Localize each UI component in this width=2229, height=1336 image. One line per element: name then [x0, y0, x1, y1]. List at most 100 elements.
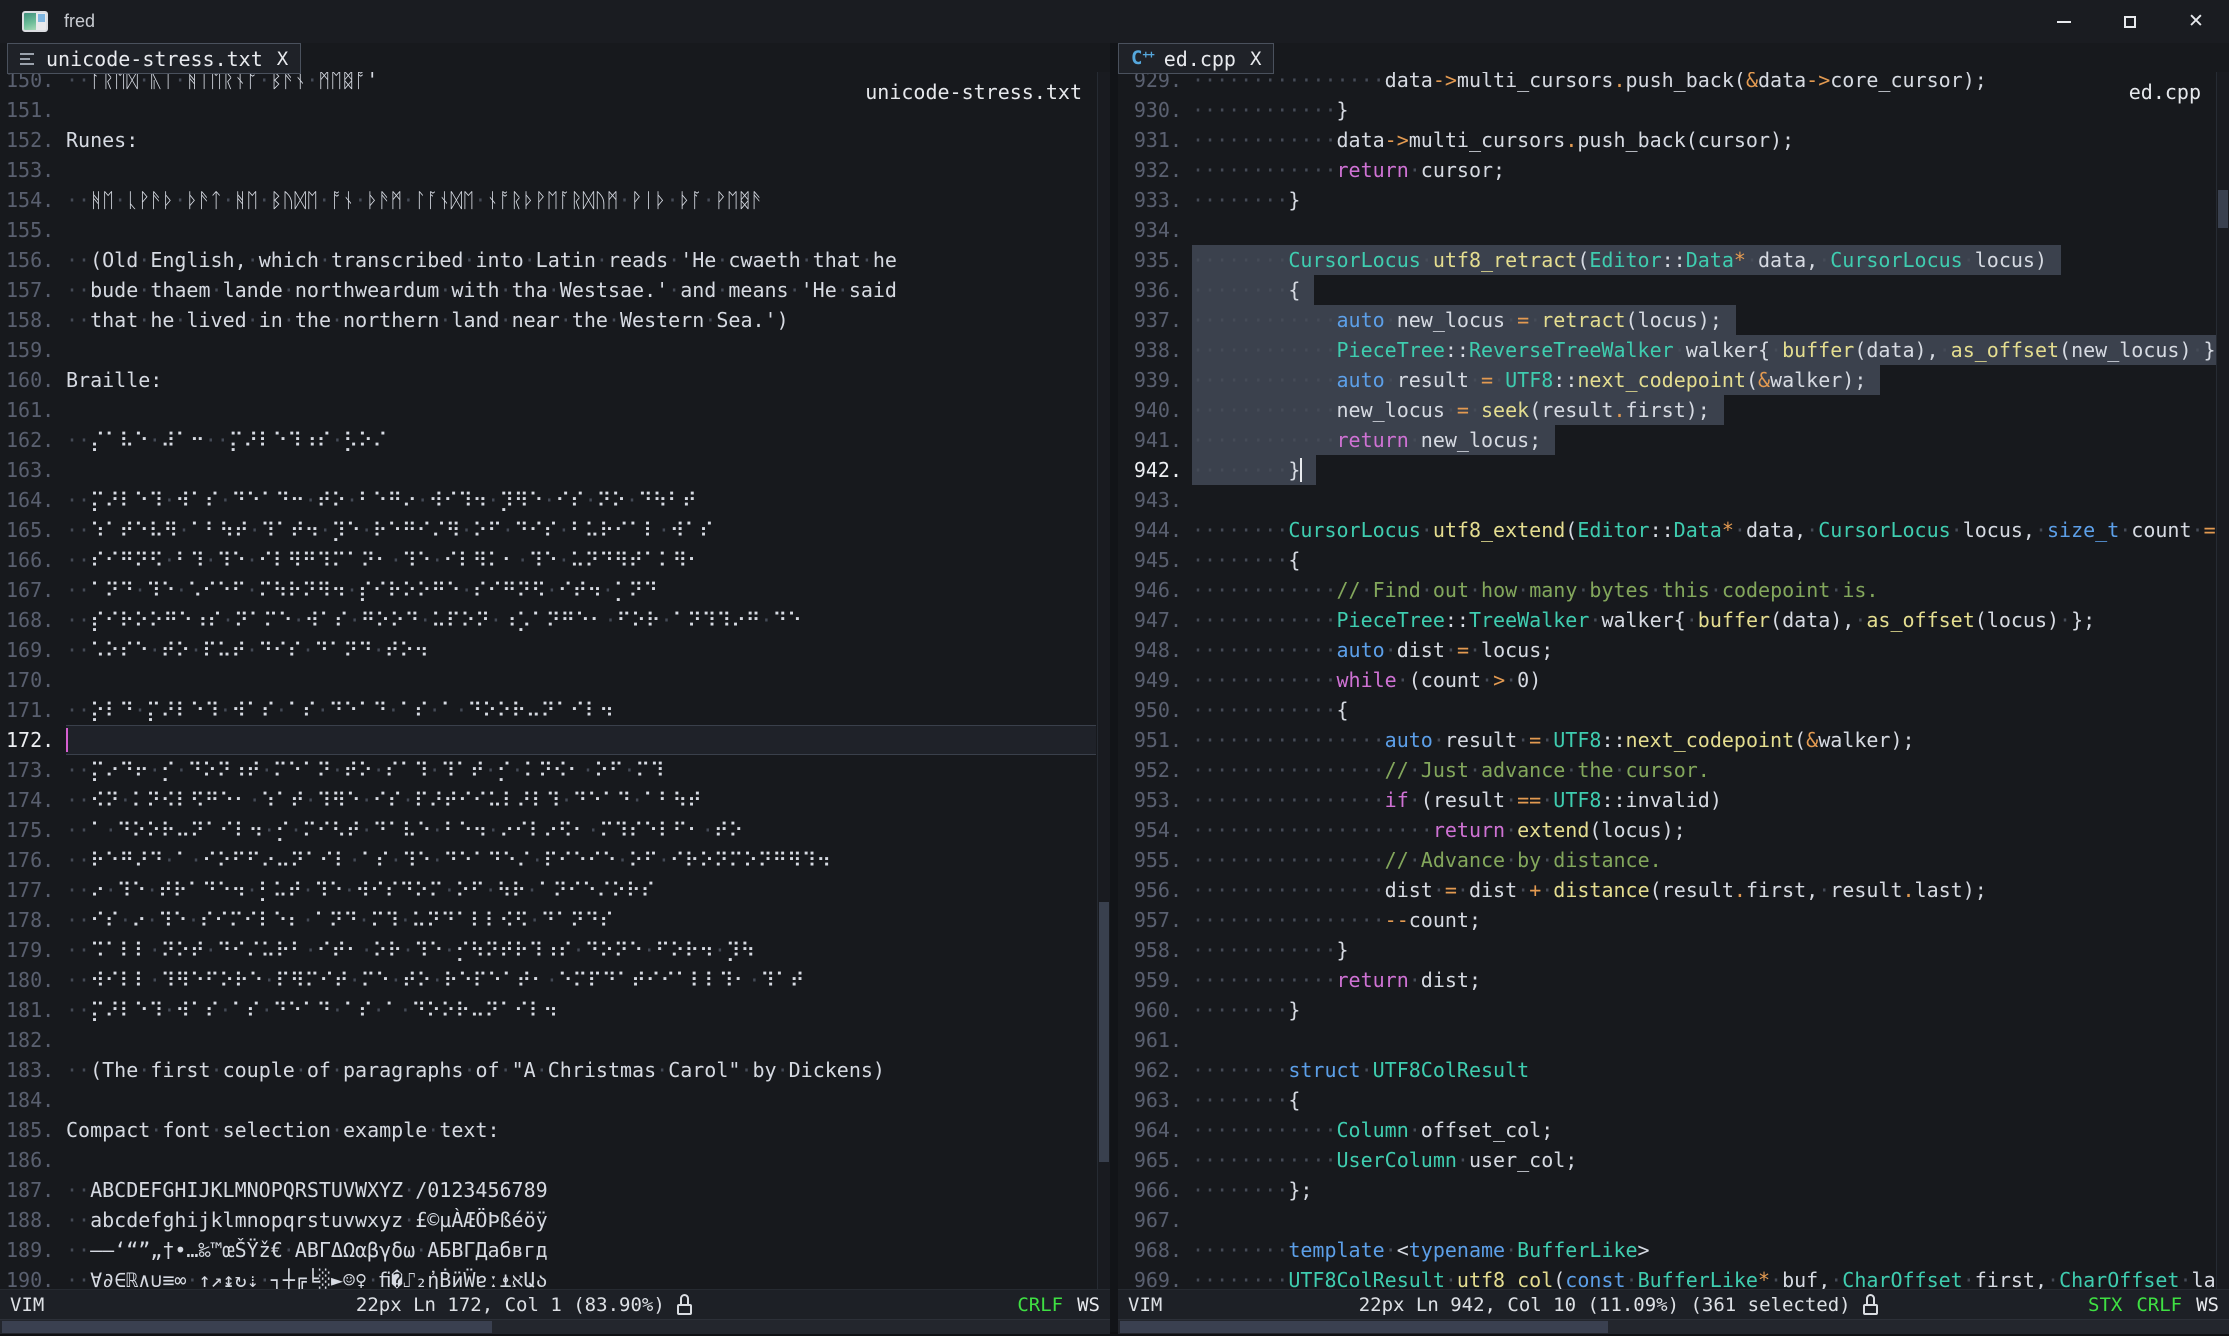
line-text[interactable]: ··ᚪᚱᛖᛞ·ᚣᛁ·ᚻᛁᛖᚱᚾᚩ·ᛒᚫᚾ·ᛗᛖᛥᚩ' — [66, 72, 378, 95]
line-text[interactable]: ··∀∂∈ℝ∧∪≡∞·↑↗↨↻⇣·┐┼╔╘░►☺♀·ﬁ�⑀₂ἠḂӥẄɐː⍎אԱა — [66, 1265, 548, 1289]
line-text[interactable]: ········UTF8ColResult·utf8_col(const·Buf… — [1192, 1265, 2229, 1289]
left-vscroll-thumb[interactable] — [1099, 902, 1109, 1162]
line-text[interactable]: ············PieceTree::TreeWalker·walker… — [1192, 605, 2095, 635]
line-text[interactable]: ········{ — [1192, 1085, 1300, 1115]
text-line[interactable]: 188.··abcdefghijklmnopqrstuvwxyz·£©µÀÆÖÞ… — [0, 1205, 1110, 1235]
line-text[interactable]: ··⠱⠁⠞⠑⠧⠻·⠁⠃⠳⠞·⠹⠁⠞⠲·⡹⠑·⠗⠑⠛⠊⠌⠻·⠕⠋·⠙⠊⠎·⠃⠥⠗⠊… — [66, 515, 714, 545]
line-text[interactable]: ············new_locus·=·seek(result.firs… — [1192, 395, 1724, 425]
code-line[interactable]: 933.········} — [1118, 185, 2229, 215]
line-text[interactable]: ················//·Advance·by·distance. — [1192, 845, 1662, 875]
code-line[interactable]: 949.············while·(count·>·0) — [1118, 665, 2229, 695]
line-text[interactable]: ··abcdefghijklmnopqrstuvwxyz·£©µÀÆÖÞßéöÿ — [66, 1205, 548, 1235]
text-line[interactable]: 160.Braille: — [0, 365, 1110, 395]
lock-icon[interactable] — [1863, 1294, 1880, 1315]
line-text[interactable]: ············return·cursor; — [1192, 155, 1505, 185]
code-line[interactable]: 963.········{ — [1118, 1085, 2229, 1115]
code-line[interactable]: 966.········}; — [1118, 1175, 2229, 1205]
code-line[interactable]: 955.················//·Advance·by·distan… — [1118, 845, 2229, 875]
tab-close-icon[interactable]: X — [277, 48, 288, 70]
line-text[interactable]: ··⠁⠝⠙·⠹⠑·⠡⠊⠑⠋·⠍⠳⠗⠝⠻⠲·⡎⠊⠗⠕⠕⠛⠑·⠎⠊⠛⠝⠫·⠊⠞⠲·⡁… — [66, 575, 658, 605]
code-line[interactable]: 940.············new_locus·=·seek(result.… — [1118, 395, 2229, 425]
line-text[interactable]: ········} — [1192, 455, 1316, 485]
code-line[interactable]: 934. — [1118, 215, 2229, 245]
line-text[interactable]: ··⡕⠇⠙·⡍⠜⠇⠑⠹·⠺⠁⠎·⠁⠎·⠙⠑⠁⠙·⠁⠎·⠁·⠙⠕⠕⠗⠤⠝⠁⠊⠇⠲ — [66, 695, 614, 725]
text-line[interactable]: 163. — [0, 455, 1110, 485]
line-text[interactable]: ············UserColumn·user_col; — [1192, 1145, 1577, 1175]
line-text[interactable]: ········struct·UTF8ColResult — [1192, 1055, 1529, 1085]
text-line[interactable]: 180.··⠺⠊⠇⠇·⠹⠻⠑⠋⠕⠗⠑·⠏⠻⠍⠊⠞·⠍⠑·⠞⠕·⠗⠑⠏⠑⠁⠞⠂·⠑… — [0, 965, 1110, 995]
text-line[interactable]: 157.··bude·thaem·lande·northweardum·with… — [0, 275, 1110, 305]
code-line[interactable]: 964.············Column·offset_col; — [1118, 1115, 2229, 1145]
line-text[interactable]: ············} — [1192, 95, 1349, 125]
line-text[interactable]: ··⠗⠑⠛⠜⠙·⠁·⠊⠕⠋⠋⠔⠤⠝⠁⠊⠇·⠁⠎·⠹⠑·⠙⠑⠁⠙⠑⠌·⠏⠊⠑⠊⠑·… — [66, 845, 831, 875]
code-line[interactable]: 948.············auto·dist·=·locus; — [1118, 635, 2229, 665]
line-text[interactable]: ················auto·result·=·UTF8::next… — [1192, 725, 1915, 755]
line-text[interactable]: ··⠊⠎·⠔·⠹⠑·⠎⠊⠍⠊⠇⠑⠆·⠁⠝⠙·⠍⠹·⠥⠝⠙⠁⠇⠇⠪⠫·⠙⠁⠝⠙⠎ — [66, 905, 614, 935]
text-line[interactable]: 176.··⠗⠑⠛⠜⠙·⠁·⠊⠕⠋⠋⠔⠤⠝⠁⠊⠇·⠁⠎·⠹⠑·⠙⠑⠁⠙⠑⠌·⠏⠊… — [0, 845, 1110, 875]
text-line[interactable]: 162.··⡌⠁⠧⠑·⠼⠁⠒··⡍⠜⠇⠑⠹⠰⠎·⡣⠕⠌ — [0, 425, 1110, 455]
text-line[interactable]: 179.··⠩⠁⠇⠇·⠝⠕⠞·⠙⠊⠌⠥⠗⠃·⠊⠞⠂·⠕⠗·⠹⠑·⡊⠳⠝⠞⠗⠹⠰⠎… — [0, 935, 1110, 965]
text-line[interactable]: 173.··⡍⠔⠙⠖·⡊·⠙⠕⠝⠰⠞·⠍⠑⠁⠝·⠞⠕·⠎⠁⠹·⠹⠁⠞·⡊·⠅⠝⠪… — [0, 755, 1110, 785]
line-text[interactable]: ············auto·new_locus·=·retract(loc… — [1192, 305, 1736, 335]
code-line[interactable]: 943. — [1118, 485, 2229, 515]
line-text[interactable] — [66, 725, 1096, 755]
tab-close-icon[interactable]: X — [1250, 48, 1261, 70]
line-text[interactable]: ········} — [1192, 995, 1300, 1025]
code-line[interactable]: 954.····················return·extend(lo… — [1118, 815, 2229, 845]
lock-icon[interactable] — [677, 1294, 694, 1315]
line-text[interactable]: ··ᚻᛖ·ᚳᚹᚫᚦ·ᚦᚫᛏ·ᚻᛖ·ᛒᚢᛞᛖ·ᚩᚾ·ᚦᚫᛗ·ᛚᚪᚾᛞᛖ·ᚾᚩᚱᚦᚹ… — [66, 185, 763, 215]
line-text[interactable]: ············return·new_locus; — [1192, 425, 1555, 455]
text-line[interactable]: 154.··ᚻᛖ·ᚳᚹᚫᚦ·ᚦᚫᛏ·ᚻᛖ·ᛒᚢᛞᛖ·ᚩᚾ·ᚦᚫᛗ·ᛚᚪᚾᛞᛖ·ᚾ… — [0, 185, 1110, 215]
line-text[interactable]: ··⡎⠊⠗⠕⠕⠛⠑⠰⠎·⠝⠁⠍⠑·⠺⠁⠎·⠛⠕⠕⠙·⠥⠏⠕⠝·⠰⡡⠁⠝⠛⠑⠂·⠋… — [66, 605, 802, 635]
code-line[interactable]: 930.············} — [1118, 95, 2229, 125]
code-line[interactable]: 953.················if·(result·==·UTF8::… — [1118, 785, 2229, 815]
tab-unicode-stress-txt[interactable]: unicode-stress.txt X — [7, 43, 301, 74]
code-line[interactable]: 965.············UserColumn·user_col; — [1118, 1145, 2229, 1175]
text-line[interactable]: 169.··⠡⠕⠎⠑·⠞⠕·⠏⠥⠞·⠙⠊⠎·⠙⠁⠝⠙·⠞⠕⠲ — [0, 635, 1110, 665]
left-vertical-scrollbar[interactable] — [1097, 72, 1110, 1289]
code-line[interactable]: 945.········{ — [1118, 545, 2229, 575]
line-text[interactable]: ············data->multi_cursors.push_bac… — [1192, 125, 1794, 155]
line-text[interactable]: ··⡍⠜⠇⠑⠹·⠺⠁⠎·⠁⠎·⠙⠑⠁⠙·⠁⠎·⠁·⠙⠕⠕⠗⠤⠝⠁⠊⠇⠲ — [66, 995, 558, 1025]
line-text[interactable]: ················data->multi_cursors.push… — [1192, 72, 1987, 95]
text-line[interactable]: 187.··ABCDEFGHIJKLMNOPQRSTUVWXYZ·/012345… — [0, 1175, 1110, 1205]
line-text[interactable]: ··⠔·⠹⠑·⠞⠗⠁⠙⠑⠲·⡃⠥⠞·⠹⠑·⠺⠊⠎⠙⠕⠍·⠕⠋·⠳⠗·⠁⠝⠊⠑⠌⠕… — [66, 875, 655, 905]
line-text[interactable]: ········}; — [1192, 1175, 1312, 1205]
text-line[interactable]: 155. — [0, 215, 1110, 245]
right-hscroll-thumb[interactable] — [1120, 1321, 1608, 1333]
code-line[interactable]: 969.········UTF8ColResult·utf8_col(const… — [1118, 1265, 2229, 1289]
code-line[interactable]: 937.············auto·new_locus·=·retract… — [1118, 305, 2229, 335]
code-line[interactable]: 935.········CursorLocus·utf8_retract(Edi… — [1118, 245, 2229, 275]
text-line[interactable]: 168.··⡎⠊⠗⠕⠕⠛⠑⠰⠎·⠝⠁⠍⠑·⠺⠁⠎·⠛⠕⠕⠙·⠥⠏⠕⠝·⠰⡡⠁⠝⠛… — [0, 605, 1110, 635]
line-text[interactable]: ············{ — [1192, 695, 1349, 725]
line-text[interactable]: ··⠎⠊⠛⠝⠫·⠃⠹·⠹⠑·⠊⠇⠻⠛⠹⠍⠁⠝⠂·⠹⠑·⠊⠇⠻⠅⠂·⠹⠑·⠥⠝⠙⠻… — [66, 545, 702, 575]
text-line[interactable]: 159. — [0, 335, 1110, 365]
code-line[interactable]: 958.············} — [1118, 935, 2229, 965]
line-text[interactable]: ········CursorLocus·utf8_retract(Editor:… — [1192, 245, 2061, 275]
line-text[interactable]: ················if·(result·==·UTF8::inva… — [1192, 785, 1722, 815]
text-line[interactable]: 181.··⡍⠜⠇⠑⠹·⠺⠁⠎·⠁⠎·⠙⠑⠁⠙·⠁⠎·⠁·⠙⠕⠕⠗⠤⠝⠁⠊⠇⠲ — [0, 995, 1110, 1025]
line-text[interactable]: ····················return·extend(locus)… — [1192, 815, 1686, 845]
code-line[interactable]: 968.········template·<typename·BufferLik… — [1118, 1235, 2229, 1265]
text-line[interactable]: 175.··⠁·⠙⠕⠕⠗⠤⠝⠁⠊⠇⠲·⡊·⠍⠊⠣⠞·⠙⠁⠧⠑·⠃⠑⠲·⠔⠊⠇⠔⠫… — [0, 815, 1110, 845]
right-vertical-scrollbar[interactable] — [2216, 72, 2229, 1289]
line-text[interactable]: ············auto·result·=·UTF8::next_cod… — [1192, 365, 1880, 395]
text-line[interactable]: 184. — [0, 1085, 1110, 1115]
code-line[interactable]: 939.············auto·result·=·UTF8::next… — [1118, 365, 2229, 395]
line-text[interactable]: ··(Old·English,·which·transcribed·into·L… — [66, 245, 897, 275]
line-text[interactable]: ················dist·=·dist·+·distance(r… — [1192, 875, 1987, 905]
text-line[interactable]: 152.Runes: — [0, 125, 1110, 155]
maximize-button[interactable] — [2097, 0, 2163, 43]
code-line[interactable]: 957.················--count; — [1118, 905, 2229, 935]
line-text[interactable]: ··⠩⠁⠇⠇·⠝⠕⠞·⠙⠊⠌⠥⠗⠃·⠊⠞⠂·⠕⠗·⠹⠑·⡊⠳⠝⠞⠗⠹⠰⠎·⠙⠕⠝… — [66, 935, 755, 965]
text-line[interactable]: 153. — [0, 155, 1110, 185]
text-line[interactable]: 171.··⡕⠇⠙·⡍⠜⠇⠑⠹·⠺⠁⠎·⠁⠎·⠙⠑⠁⠙·⠁⠎·⠁·⠙⠕⠕⠗⠤⠝⠁… — [0, 695, 1110, 725]
code-line[interactable]: 942.········} — [1118, 455, 2229, 485]
code-line[interactable]: 950.············{ — [1118, 695, 2229, 725]
line-text[interactable]: ··⡍⠜⠇⠑⠹·⠺⠁⠎·⠙⠑⠁⠙⠒·⠞⠕·⠃⠑⠛⠔·⠺⠊⠹⠲·⡹⠻⠑·⠊⠎·⠝⠕… — [66, 485, 697, 515]
line-text[interactable]: ············//·Find·out·how·many·bytes·t… — [1192, 575, 1878, 605]
line-text[interactable]: ··⠺⠊⠇⠇·⠹⠻⠑⠋⠕⠗⠑·⠏⠻⠍⠊⠞·⠍⠑·⠞⠕·⠗⠑⠏⠑⠁⠞⠂·⠑⠍⠏⠙⠁… — [66, 965, 804, 995]
line-text[interactable]: ········template·<typename·BufferLike> — [1192, 1235, 1650, 1265]
text-line[interactable]: 190.··∀∂∈ℝ∧∪≡∞·↑↗↨↻⇣·┐┼╔╘░►☺♀·ﬁ�⑀₂ἠḂӥẄɐː… — [0, 1265, 1110, 1289]
code-line[interactable]: 951.················auto·result·=·UTF8::… — [1118, 725, 2229, 755]
